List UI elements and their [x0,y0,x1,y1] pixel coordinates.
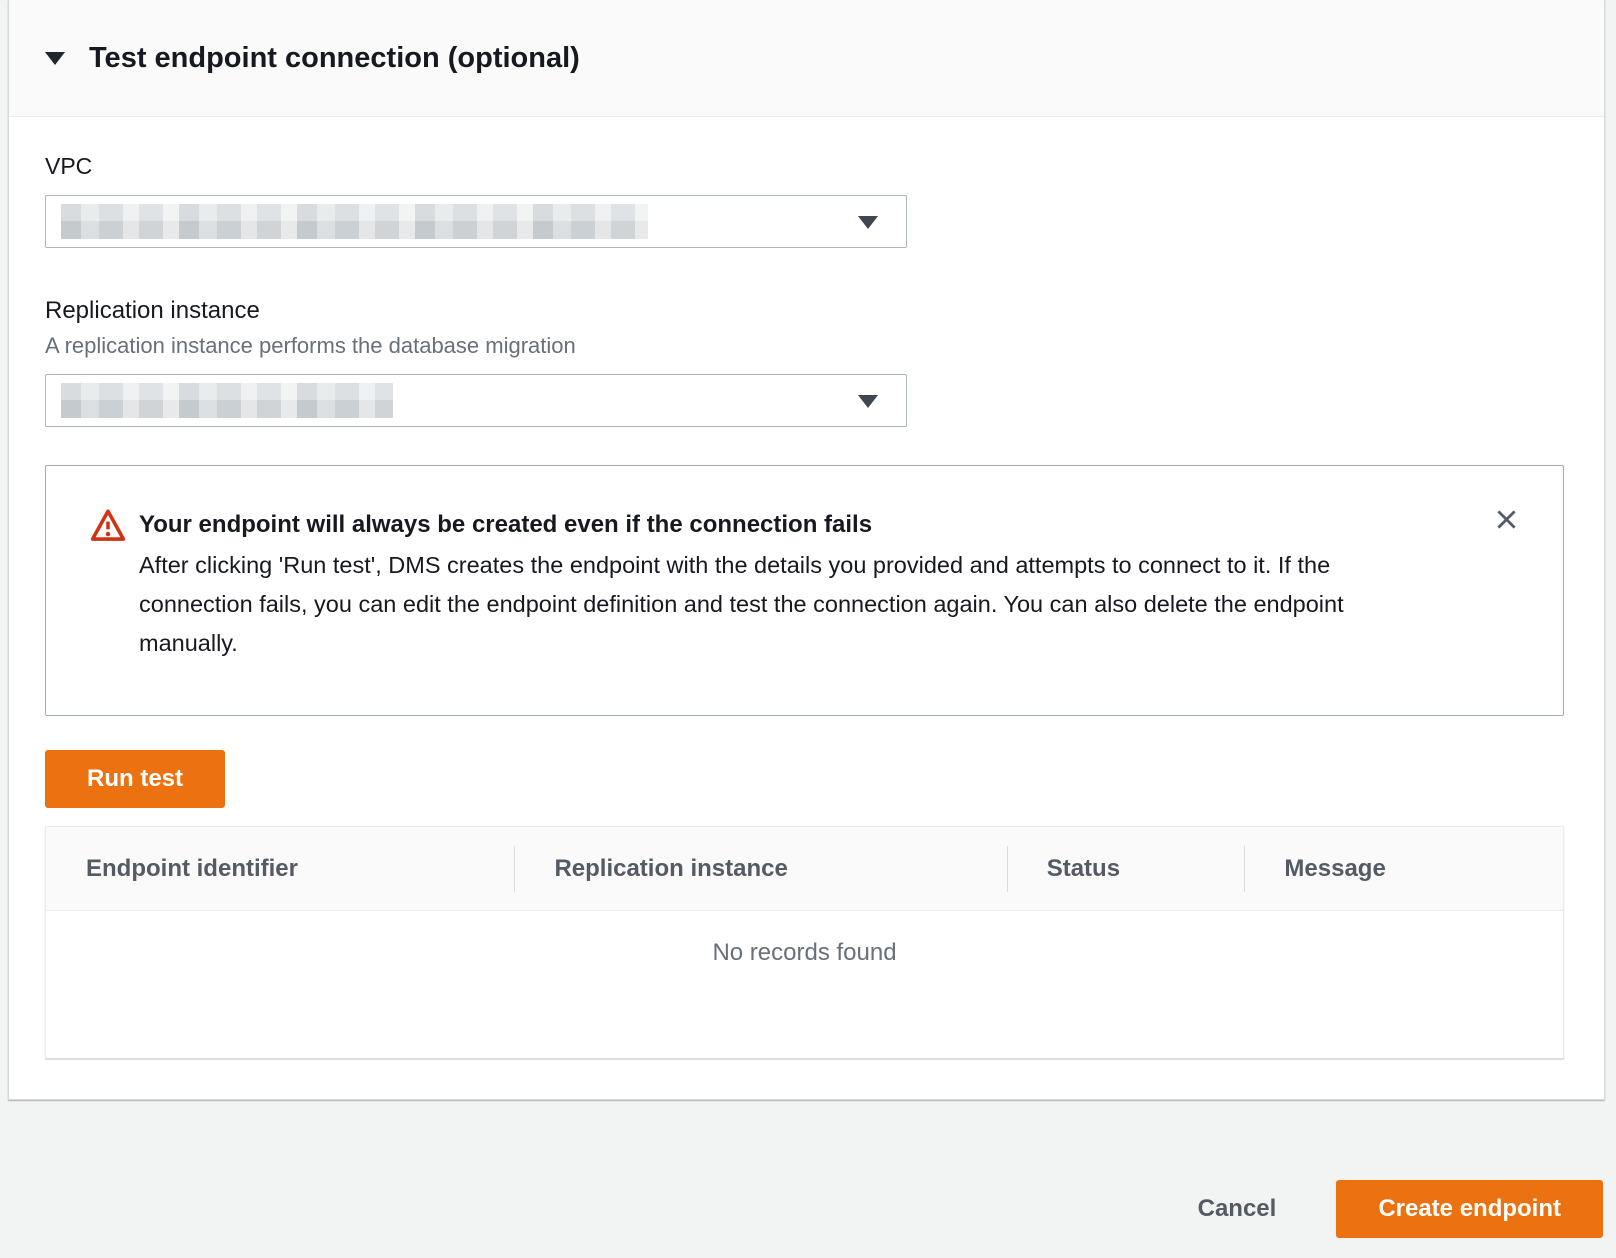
dropdown-arrow-icon [858,216,878,229]
warning-title: Your endpoint will always be created eve… [139,507,1527,543]
test-results-table: Endpoint identifier Replication instance… [45,826,1564,1059]
table-header-row: Endpoint identifier Replication instance… [46,827,1563,911]
test-endpoint-connection-section: Test endpoint connection (optional) VPC … [8,0,1605,1100]
connection-warning-alert: Your endpoint will always be created eve… [45,465,1564,716]
cancel-button[interactable]: Cancel [1176,1180,1299,1238]
create-endpoint-button[interactable]: Create endpoint [1336,1180,1603,1238]
vpc-select[interactable] [45,195,907,248]
close-icon[interactable] [1491,504,1521,534]
replication-instance-select[interactable] [45,374,907,427]
vpc-redacted-value [61,204,648,239]
column-header-message: Message [1244,827,1563,910]
section-content: VPC Replication instance A replication i… [9,151,1604,1059]
section-title: Test endpoint connection (optional) [89,42,580,75]
column-header-replication-instance: Replication instance [514,827,1006,910]
run-test-button[interactable]: Run test [45,750,225,808]
column-header-status: Status [1007,827,1245,910]
column-header-endpoint-identifier: Endpoint identifier [46,827,514,910]
table-empty-state: No records found [46,911,1563,1058]
dropdown-arrow-icon [858,395,878,408]
replication-instance-description: A replication instance performs the data… [45,332,1564,360]
vpc-label: VPC [45,151,1564,181]
warning-triangle-icon [90,507,126,663]
section-header-toggle[interactable]: Test endpoint connection (optional) [9,0,1604,117]
collapse-triangle-icon [45,52,65,65]
form-actions-footer: Cancel Create endpoint [0,1100,1616,1258]
replication-instance-label: Replication instance [45,296,1564,326]
no-records-message: No records found [712,939,896,966]
replication-instance-redacted-value [61,383,393,418]
warning-text-block: Your endpoint will always be created eve… [139,507,1527,663]
warning-body: After clicking 'Run test', DMS creates t… [139,546,1439,663]
